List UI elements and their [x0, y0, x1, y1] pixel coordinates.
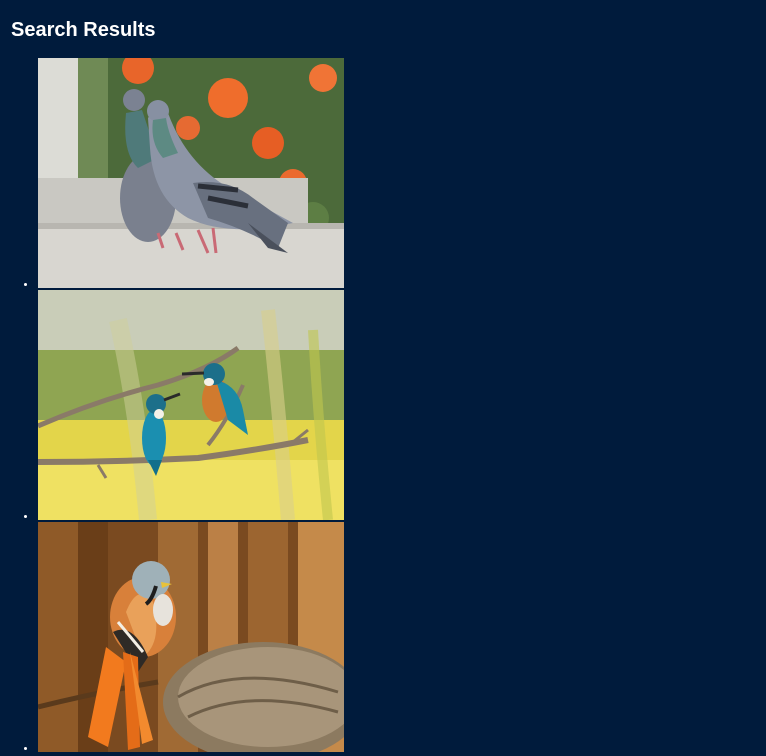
pigeons-image[interactable] [38, 58, 344, 288]
list-bullet [24, 747, 27, 750]
list-bullet [24, 515, 27, 518]
list-bullet [24, 283, 27, 286]
result-item[interactable] [24, 290, 344, 521]
result-item[interactable] [24, 522, 344, 753]
kingfishers-image[interactable] [38, 290, 344, 520]
page-title: Search Results [11, 19, 156, 41]
bearded-reedling-image[interactable] [38, 522, 344, 752]
search-results-page: Search Results [0, 0, 766, 756]
result-item[interactable] [24, 58, 344, 289]
